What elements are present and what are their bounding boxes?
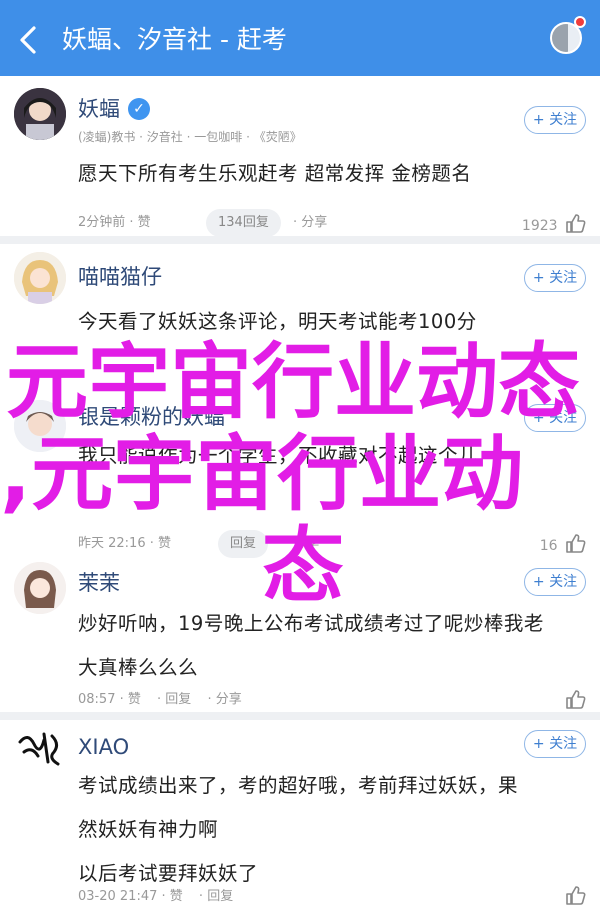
comment-item: XIAO + 关注 考试成绩出来了，考的超好哦，考前拜过妖妖，果 然妖妖有神力啊…	[0, 720, 600, 915]
like-count: 16	[539, 538, 558, 554]
comment-text: 今天看了妖妖这条评论，明天考试能考100分	[78, 300, 578, 344]
reply-label: 回复	[165, 692, 192, 707]
username[interactable]: 妖蝠	[78, 94, 120, 124]
like-button[interactable]: 1923	[522, 212, 586, 236]
comment-text: 炒好听呐，19号晚上公布考试成绩考过了呢炒棒我老 大真棒么么么	[78, 602, 578, 690]
comment-footer: 08:57 · 赞 · 回复 · 分享	[78, 690, 242, 710]
comment-text: 考试成绩出来了，考的超好哦，考前拜过妖妖，果 然妖妖有神力啊 以后考试要拜妖妖了	[78, 764, 578, 896]
username[interactable]: XIAO	[78, 732, 129, 762]
comment-time: 2分钟前 · 赞	[78, 215, 151, 230]
divider	[0, 236, 600, 244]
reply-label: 回复	[207, 889, 234, 904]
comment-footer: 03-20 21:47 · 赞 · 回复	[78, 887, 245, 907]
avatar[interactable]	[14, 88, 66, 140]
like-count: 1923	[521, 218, 558, 234]
share-button[interactable]: · 分享	[285, 534, 319, 554]
avatar[interactable]	[14, 252, 66, 304]
avatar-image-icon	[14, 252, 66, 304]
avatar-image-icon	[14, 400, 66, 452]
comment-text: 愿天下所有考生乐观赶考 超常发挥 金榜题名	[78, 152, 578, 196]
avatar[interactable]	[14, 400, 66, 452]
thumbs-up-icon	[566, 534, 586, 553]
page-title: 妖蝠、汐音社 - 赶考	[62, 25, 287, 54]
comment-item: 妖蝠 ✓ (凌蝠)教书 · 汐音社 · 一包咖啡 · 《荧陋》 + 关注 愿天下…	[0, 76, 600, 237]
thumbs-up-icon	[566, 214, 586, 233]
divider	[0, 712, 600, 720]
avatar[interactable]	[14, 722, 66, 774]
comment-item: 喵喵猫仔 + 关注 今天看了妖妖这条评论，明天考试能考100分	[0, 244, 600, 344]
replies-button[interactable]: 134回复	[206, 209, 281, 237]
calligraphy-avatar-icon	[14, 722, 66, 774]
comment-line: 愿天下所有考生乐观赶考 超常发挥 金榜题名	[78, 162, 472, 185]
like-button[interactable]	[562, 688, 586, 712]
comment-line: 然妖妖有神力啊	[78, 818, 219, 841]
comment-line: 大真棒么么么	[78, 656, 199, 679]
replies-button[interactable]: 回复	[218, 530, 269, 558]
comment-text: 我只能说作为一个学生，不收藏对不起这个儿	[78, 434, 578, 478]
share-label: 分享	[215, 692, 242, 707]
follow-button[interactable]: + 关注	[524, 404, 586, 432]
thumbs-up-icon	[566, 886, 586, 905]
notification-dot	[574, 16, 586, 28]
avatar[interactable]	[14, 562, 66, 614]
follow-button[interactable]: + 关注	[524, 264, 586, 292]
username[interactable]: 茉茉	[78, 568, 120, 598]
follow-button[interactable]: + 关注	[524, 730, 586, 758]
comment-time: 03-20 21:47 · 赞	[78, 889, 183, 904]
avatar-image-icon	[14, 88, 66, 140]
comment-line: 今天看了妖妖这条评论，明天考试能考100分	[78, 310, 477, 333]
share-button[interactable]: · 分享	[207, 692, 241, 707]
comment-line: 炒好听呐，19号晚上公布考试成绩考过了呢炒棒我老	[78, 612, 544, 635]
menu-icon	[552, 24, 568, 52]
follow-button[interactable]: + 关注	[524, 568, 586, 596]
like-button[interactable]	[562, 884, 586, 908]
comment-time: 昨天 22:16 · 赞	[78, 536, 171, 551]
back-button[interactable]	[14, 22, 46, 58]
comment-item: 银是颗粉的妖蝠 + 关注 我只能说作为一个学生，不收藏对不起这个儿 昨天 22:…	[0, 370, 600, 560]
chevron-left-icon	[20, 26, 36, 54]
username[interactable]: 银是颗粉的妖蝠	[78, 402, 225, 432]
top-bar: 妖蝠、汐音社 - 赶考	[0, 0, 600, 76]
share-button[interactable]: · 分享	[293, 213, 327, 233]
follow-button[interactable]: + 关注	[524, 106, 586, 134]
username[interactable]: 喵喵猫仔	[78, 262, 162, 292]
comment-line: 我只能说作为一个学生，不收藏对不起这个儿	[78, 444, 479, 467]
comment-item: 茉茉 + 关注 炒好听呐，19号晚上公布考试成绩考过了呢炒棒我老 大真棒么么么 …	[0, 560, 600, 720]
share-label: 分享	[293, 536, 320, 551]
comment-line: 考试成绩出来了，考的超好哦，考前拜过妖妖，果	[78, 774, 519, 797]
avatar-image-icon	[14, 562, 66, 614]
verified-badge-icon: ✓	[128, 98, 150, 120]
reply-link[interactable]: · 回复	[145, 692, 203, 707]
share-label: 分享	[301, 215, 328, 230]
reply-link[interactable]: · 回复	[187, 889, 245, 904]
comment-time: 08:57 · 赞	[78, 692, 141, 707]
like-button[interactable]: 16	[540, 532, 586, 556]
thumbs-up-icon	[566, 690, 586, 709]
user-tags: (凌蝠)教书 · 汐音社 · 一包咖啡 · 《荧陋》	[78, 130, 302, 144]
